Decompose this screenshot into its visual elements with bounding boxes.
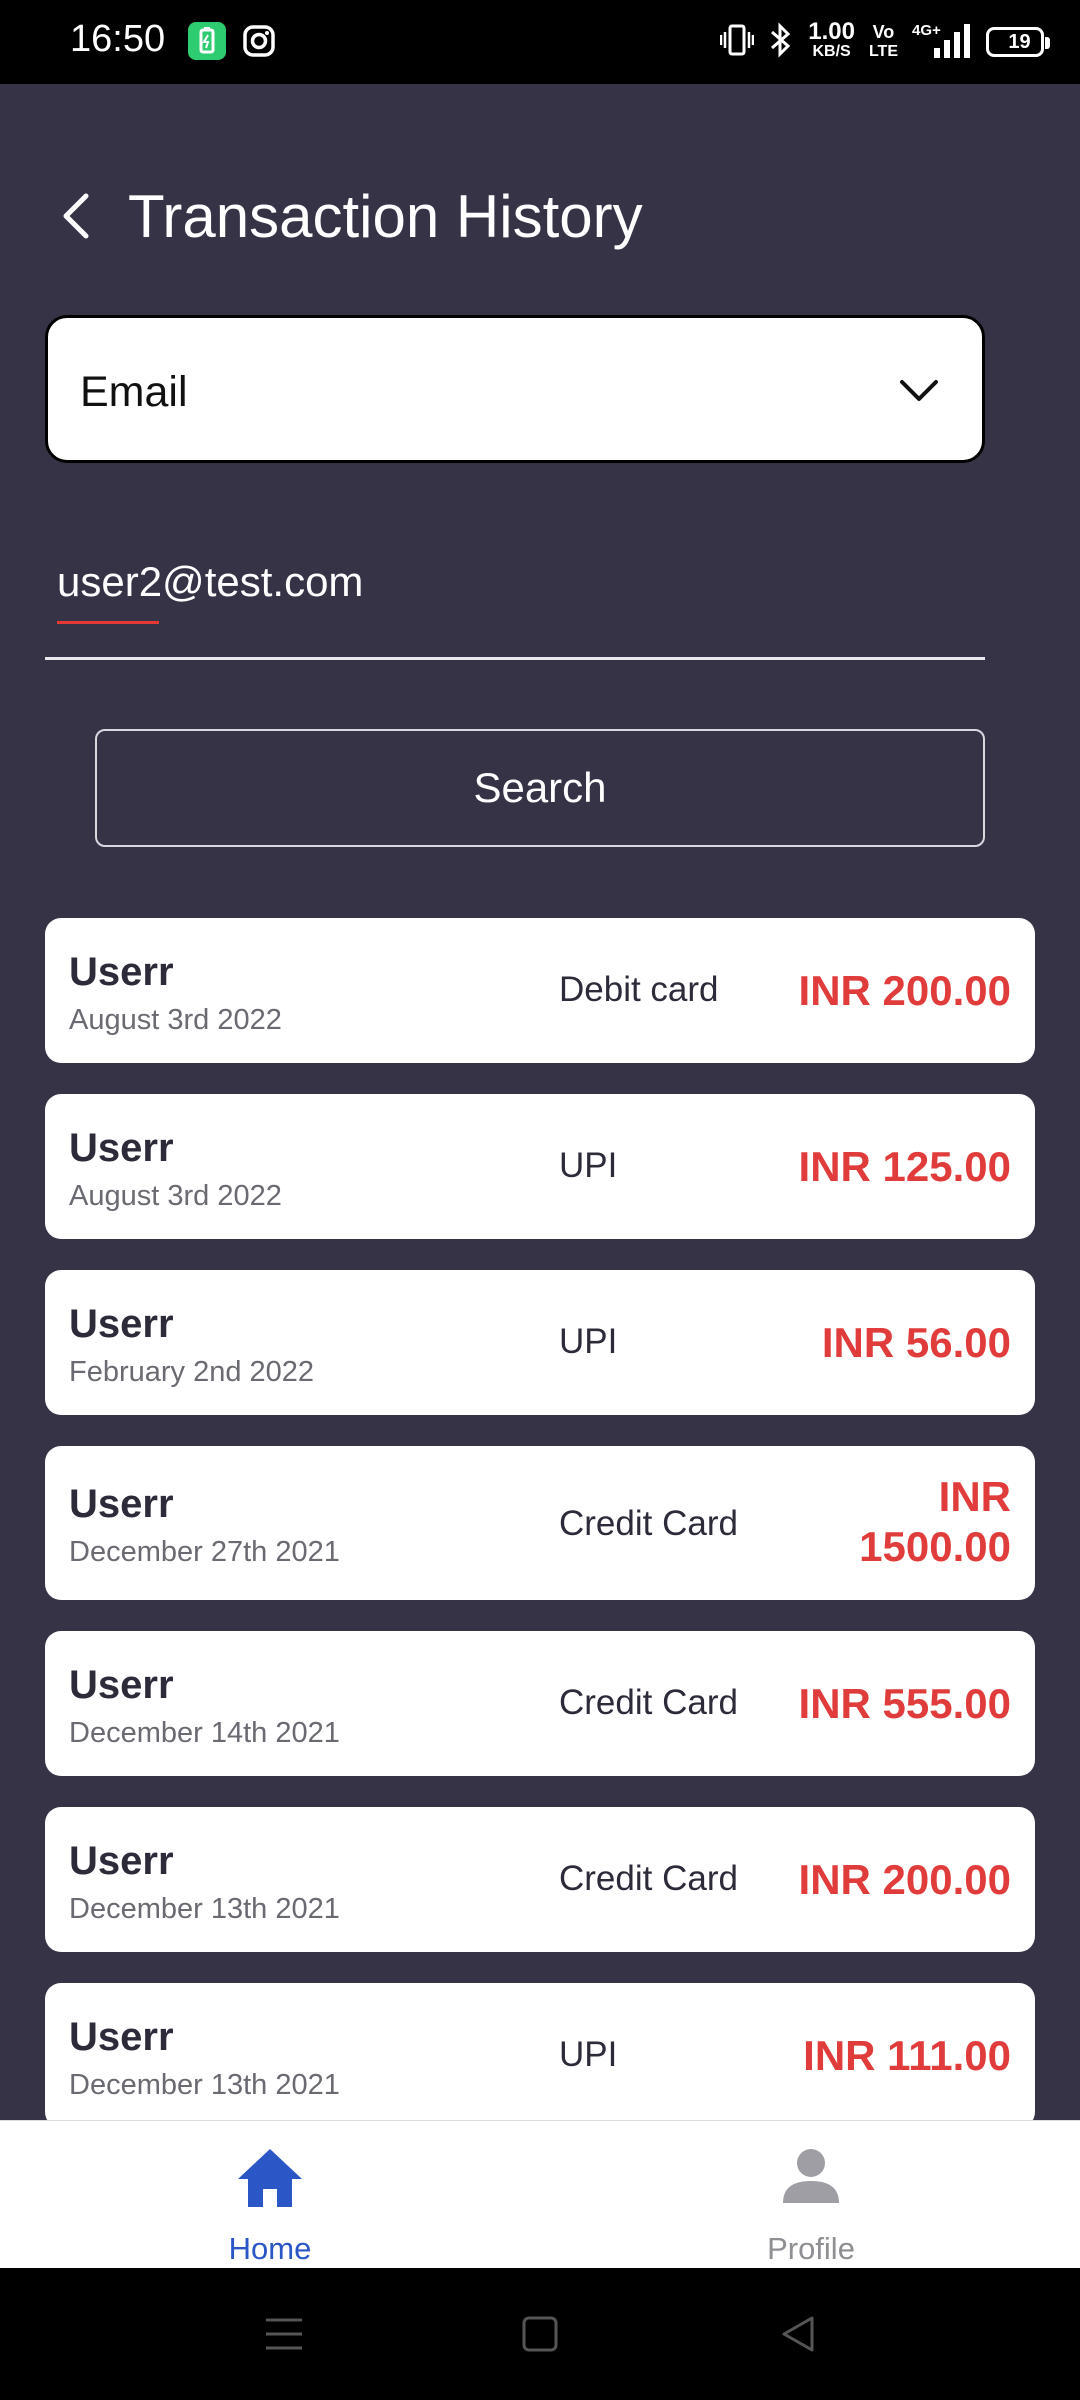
transaction-date: December 13th 2021: [69, 1893, 340, 1925]
transaction-amount: INR 555.00: [798, 1680, 1011, 1727]
nav-home[interactable]: Home: [120, 2121, 420, 2269]
transaction-method: Credit Card: [559, 1504, 738, 1543]
status-icons: 1.00 KB/S Vo LTE 4G+ 19: [720, 16, 1050, 68]
transaction-card[interactable]: Userr December 27th 2021 Credit Card INR…: [45, 1446, 1035, 1600]
transaction-method: Credit Card: [559, 1683, 738, 1722]
transaction-name: Userr: [69, 2015, 174, 2059]
transaction-date: August 3rd 2022: [69, 1180, 282, 1212]
screen: 16:50 1.00 KB/S Vo LTE 4G+ 19 Transactio…: [0, 0, 1080, 2400]
transaction-amount: INR 111.00: [803, 2032, 1011, 2079]
header: Transaction History: [0, 170, 1080, 270]
person-icon: [783, 2149, 839, 2203]
menu-icon[interactable]: [262, 2312, 306, 2356]
transaction-name: Userr: [69, 1482, 174, 1526]
transaction-name: Userr: [69, 950, 174, 994]
transaction-method: Debit card: [559, 970, 719, 1009]
back-arrow-icon[interactable]: [52, 190, 104, 242]
search-button[interactable]: Search: [95, 729, 985, 847]
transaction-date: December 27th 2021: [69, 1536, 340, 1568]
transaction-date: February 2nd 2022: [69, 1356, 315, 1388]
transaction-date: December 13th 2021: [69, 2069, 340, 2101]
transaction-date: August 3rd 2022: [69, 1004, 282, 1036]
status-time: 16:50: [70, 18, 166, 60]
bluetooth-icon: [768, 21, 794, 63]
nav-home-label: Home: [228, 2231, 312, 2266]
transaction-name: Userr: [69, 1302, 174, 1346]
transaction-card[interactable]: Userr August 3rd 2022 UPI INR 125.00: [45, 1094, 1035, 1239]
spellcheck-underline: [57, 618, 159, 624]
battery-icon: 19: [986, 27, 1050, 57]
network-speed: 1.00 KB/S: [808, 18, 855, 61]
email-input-value: user2@test.com: [57, 558, 364, 605]
home-icon: [238, 2149, 302, 2207]
battery-saver-app-icon: [188, 22, 226, 60]
page-title: Transaction History: [128, 183, 643, 250]
battery-level: 19: [1008, 30, 1031, 53]
transaction-name: Userr: [69, 1663, 174, 1707]
transaction-card[interactable]: Userr December 13th 2021 UPI INR 111.00: [45, 1983, 1035, 2128]
vibrate-icon: [720, 22, 755, 63]
transaction-amount: INR 56.00: [821, 1319, 1011, 1366]
chevron-down-icon: [894, 366, 944, 416]
transaction-amount: INR 125.00: [798, 1143, 1011, 1190]
transaction-method: Credit Card: [559, 1859, 738, 1898]
home-square-icon[interactable]: [518, 2312, 562, 2356]
transaction-card[interactable]: Userr December 14th 2021 Credit Card INR…: [45, 1631, 1035, 1776]
transaction-card[interactable]: Userr February 2nd 2022 UPI INR 56.00: [45, 1270, 1035, 1415]
nav-profile-label: Profile: [767, 2231, 855, 2266]
transaction-date: December 14th 2021: [69, 1717, 340, 1749]
nav-profile[interactable]: Profile: [661, 2121, 961, 2269]
dropdown-selected-value: Email: [80, 368, 188, 416]
transaction-amount: INR 1500.00: [859, 1473, 1011, 1570]
email-field[interactable]: user2@test.com: [45, 540, 985, 660]
back-triangle-icon[interactable]: [776, 2312, 820, 2356]
signal-icon: 4G+: [912, 22, 972, 62]
transaction-method: UPI: [559, 2035, 618, 2074]
status-bar: 16:50 1.00 KB/S Vo LTE 4G+ 19: [0, 0, 1080, 84]
transaction-card[interactable]: Userr August 3rd 2022 Debit card INR 200…: [45, 918, 1035, 1063]
transaction-method: UPI: [559, 1322, 618, 1361]
volte-indicator: Vo LTE: [868, 22, 898, 60]
system-navigation-bar: [0, 2268, 1080, 2400]
transaction-amount: INR 200.00: [798, 967, 1011, 1014]
instagram-icon: [240, 22, 278, 60]
transaction-card[interactable]: Userr December 13th 2021 Credit Card INR…: [45, 1807, 1035, 1952]
bottom-navigation: Home Profile: [0, 2120, 1080, 2268]
transaction-amount: INR 200.00: [798, 1856, 1011, 1903]
transaction-method: UPI: [559, 1146, 618, 1185]
transaction-name: Userr: [69, 1839, 174, 1883]
transaction-name: Userr: [69, 1126, 174, 1170]
filter-type-dropdown[interactable]: Email: [45, 315, 985, 463]
